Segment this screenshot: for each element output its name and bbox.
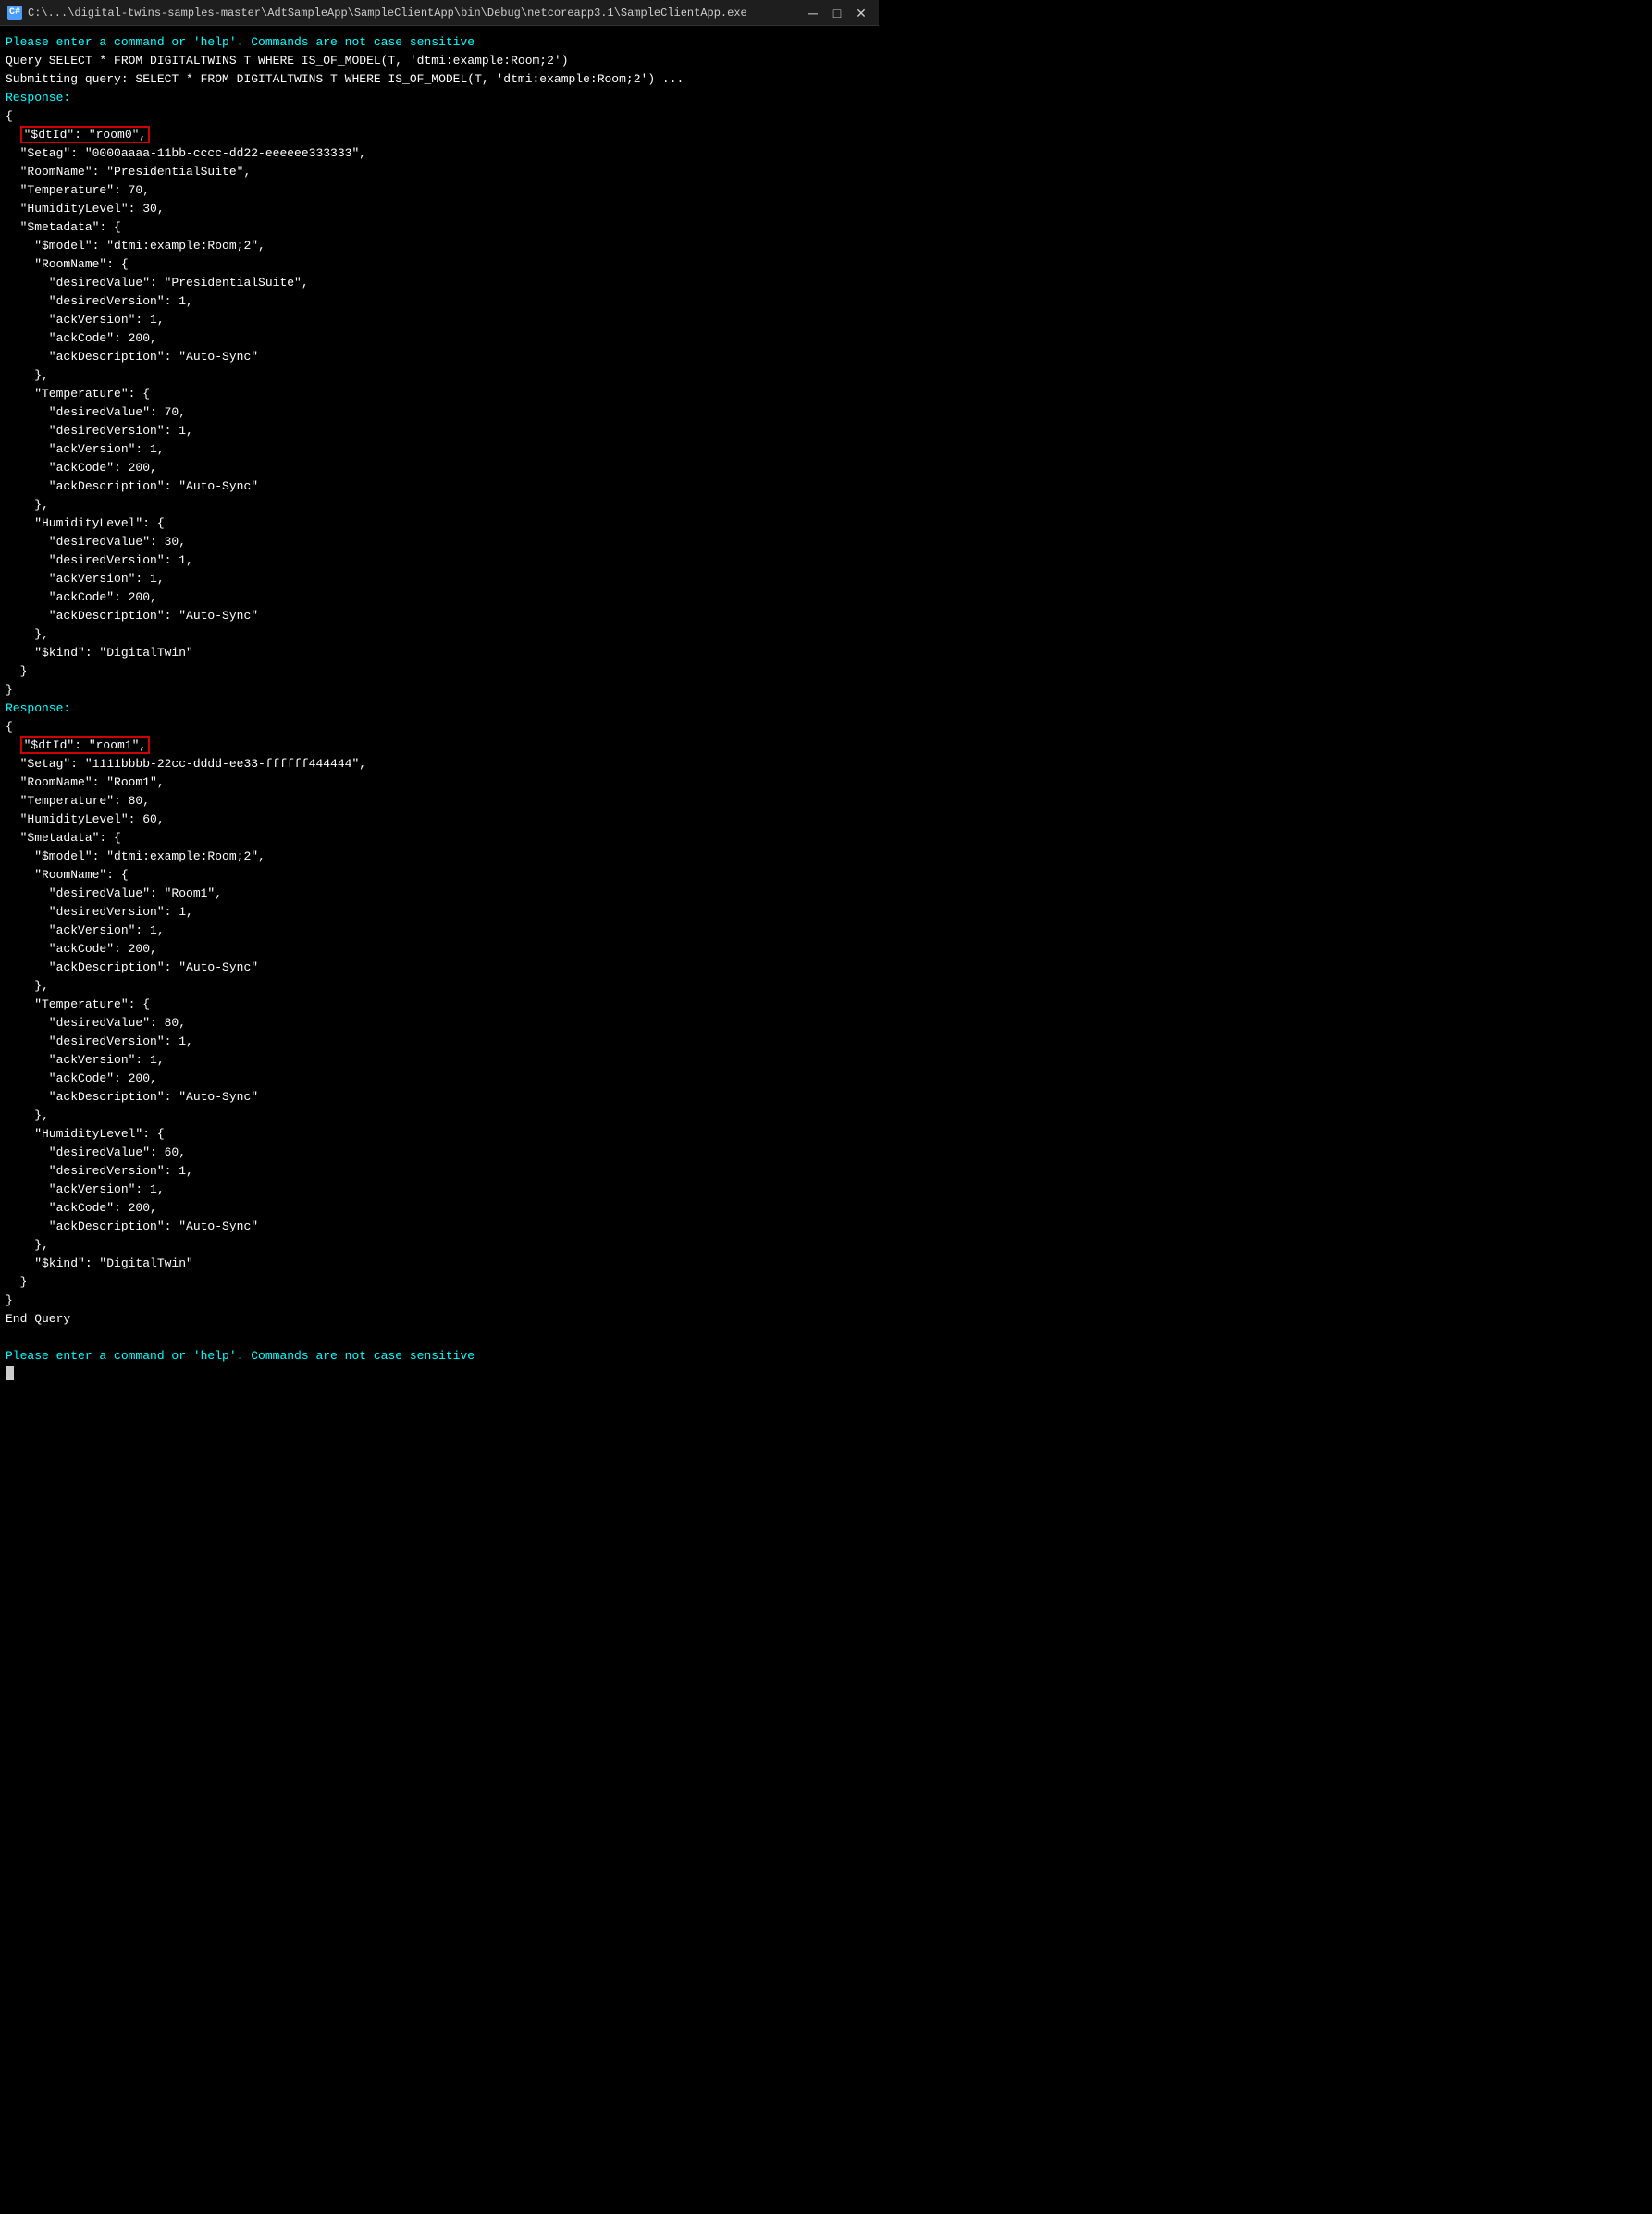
room1-roomname-ackdesc: "ackDescription": "Auto-Sync" [6, 959, 873, 977]
title-bar: C# C:\...\digital-twins-samples-master\A… [0, 0, 879, 26]
room1-humid-meta-open: "HumidityLevel": { [6, 1125, 873, 1144]
minimize-button[interactable]: ─ [803, 5, 823, 21]
title-bar-path: C:\...\digital-twins-samples-master\AdtS… [28, 6, 747, 19]
query-command: Query SELECT * FROM DIGITALTWINS T WHERE… [6, 52, 873, 70]
room1-humidity: "HumidityLevel": 60, [6, 810, 873, 829]
room1-roomname-desiredversion: "desiredVersion": 1, [6, 903, 873, 921]
room1-roomname-ackcode: "ackCode": 200, [6, 940, 873, 959]
room1-temp-meta-open: "Temperature": { [6, 996, 873, 1014]
room1-humid-ackdesc: "ackDescription": "Auto-Sync" [6, 1218, 873, 1236]
room0-roomname-desiredvalue: "desiredValue": "PresidentialSuite", [6, 274, 873, 292]
room0-metadata-close: } [6, 662, 873, 681]
room0-temp-desiredvalue: "desiredValue": 70, [6, 403, 873, 422]
room0-roomname: "RoomName": "PresidentialSuite", [6, 163, 873, 181]
room1-temperature: "Temperature": 80, [6, 792, 873, 810]
room1-dtid: "$dtId": "room1", [6, 736, 873, 755]
blank-line [6, 1329, 873, 1347]
end-query: End Query [6, 1310, 873, 1329]
close-button[interactable]: ✕ [851, 5, 871, 21]
room1-close-brace: } [6, 1292, 873, 1310]
room0-temp-meta-open: "Temperature": { [6, 385, 873, 403]
room1-roomname-ackversion: "ackVersion": 1, [6, 921, 873, 940]
room1-humid-close: }, [6, 1236, 873, 1255]
room0-roomname-ackversion: "ackVersion": 1, [6, 311, 873, 329]
response-label-1: Response: [6, 89, 873, 107]
room0-roomname-ackdesc: "ackDescription": "Auto-Sync" [6, 348, 873, 366]
room1-humid-ackcode: "ackCode": 200, [6, 1199, 873, 1218]
room0-roomname-close: }, [6, 366, 873, 385]
room0-roomname-ackcode: "ackCode": 200, [6, 329, 873, 348]
room1-metadata-close: } [6, 1273, 873, 1292]
room1-roomname-meta-open: "RoomName": { [6, 866, 873, 884]
room1-metadata-open: "$metadata": { [6, 829, 873, 847]
room1-roomname: "RoomName": "Room1", [6, 773, 873, 792]
room0-close-brace: } [6, 681, 873, 699]
room1-temp-ackversion: "ackVersion": 1, [6, 1051, 873, 1070]
room0-roomname-meta-open: "RoomName": { [6, 255, 873, 274]
cursor [6, 1366, 14, 1380]
room0-humid-meta-open: "HumidityLevel": { [6, 514, 873, 533]
room1-etag: "$etag": "1111bbbb-22cc-dddd-ee33-ffffff… [6, 755, 873, 773]
prompt-line-1: Please enter a command or 'help'. Comman… [6, 33, 873, 52]
room0-kind: "$kind": "DigitalTwin" [6, 644, 873, 662]
room0-temp-desiredversion: "desiredVersion": 1, [6, 422, 873, 440]
room0-humid-ackversion: "ackVersion": 1, [6, 570, 873, 588]
app-icon: C# [7, 6, 22, 20]
room0-metadata-open: "$metadata": { [6, 218, 873, 237]
room0-etag: "$etag": "0000aaaa-11bb-cccc-dd22-eeeeee… [6, 144, 873, 163]
room0-model: "$model": "dtmi:example:Room;2", [6, 237, 873, 255]
room1-kind: "$kind": "DigitalTwin" [6, 1255, 873, 1273]
room1-roomname-close: }, [6, 977, 873, 996]
room1-temp-desiredvalue: "desiredValue": 80, [6, 1014, 873, 1033]
submitting-line: Submitting query: SELECT * FROM DIGITALT… [6, 70, 873, 89]
room0-humid-ackdesc: "ackDescription": "Auto-Sync" [6, 607, 873, 625]
response-label-2: Response: [6, 699, 873, 718]
room0-temp-close: }, [6, 496, 873, 514]
room0-humid-desiredversion: "desiredVersion": 1, [6, 551, 873, 570]
room0-open-brace: { [6, 107, 873, 126]
room1-temp-ackcode: "ackCode": 200, [6, 1070, 873, 1088]
room0-humid-desiredvalue: "desiredValue": 30, [6, 533, 873, 551]
room0-humidity: "HumidityLevel": 30, [6, 200, 873, 218]
room1-roomname-desiredvalue: "desiredValue": "Room1", [6, 884, 873, 903]
active-input-line[interactable] [6, 1366, 873, 1380]
room1-humid-desiredvalue: "desiredValue": 60, [6, 1144, 873, 1162]
room1-temp-ackdesc: "ackDescription": "Auto-Sync" [6, 1088, 873, 1107]
room0-temp-ackcode: "ackCode": 200, [6, 459, 873, 477]
room0-temp-ackversion: "ackVersion": 1, [6, 440, 873, 459]
room0-roomname-desiredversion: "desiredVersion": 1, [6, 292, 873, 311]
prompt-line-2: Please enter a command or 'help'. Comman… [6, 1347, 873, 1366]
room1-humid-desiredversion: "desiredVersion": 1, [6, 1162, 873, 1181]
room0-temp-ackdesc: "ackDescription": "Auto-Sync" [6, 477, 873, 496]
room1-model: "$model": "dtmi:example:Room;2", [6, 847, 873, 866]
room1-open-brace: { [6, 718, 873, 736]
room0-temperature: "Temperature": 70, [6, 181, 873, 200]
restore-button[interactable]: □ [827, 5, 847, 21]
terminal: Please enter a command or 'help'. Comman… [0, 26, 879, 2214]
room1-humid-ackversion: "ackVersion": 1, [6, 1181, 873, 1199]
room0-dtid: "$dtId": "room0", [6, 126, 873, 144]
room0-humid-close: }, [6, 625, 873, 644]
room1-temp-close: }, [6, 1107, 873, 1125]
room1-temp-desiredversion: "desiredVersion": 1, [6, 1033, 873, 1051]
room0-humid-ackcode: "ackCode": 200, [6, 588, 873, 607]
